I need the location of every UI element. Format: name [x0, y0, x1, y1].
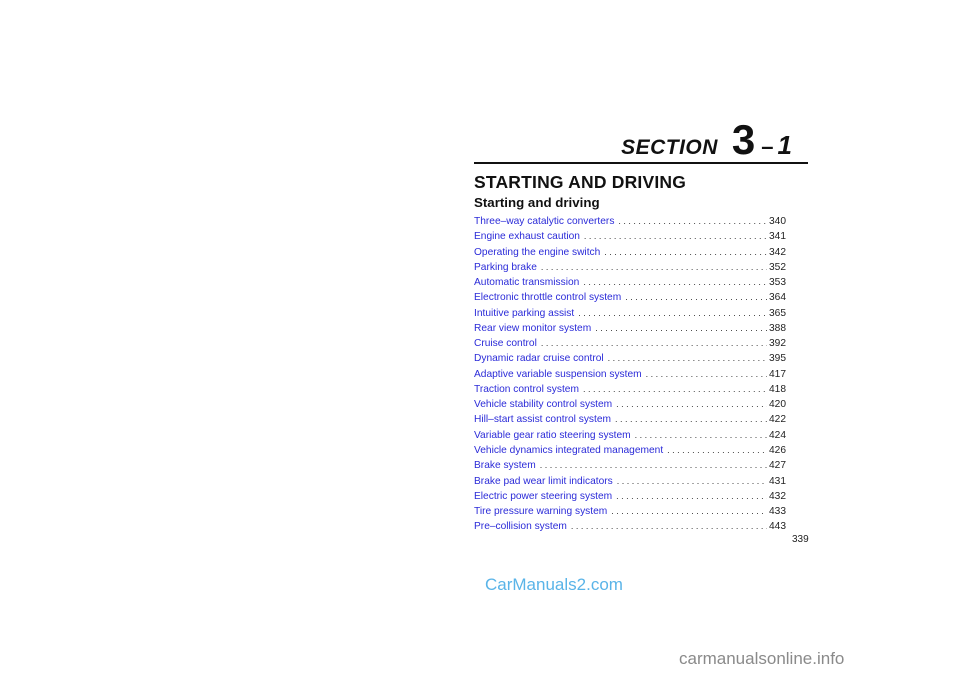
toc-leader-dots: [578, 306, 767, 321]
toc-leader-dots: [625, 290, 767, 305]
toc-entry-page: 341: [769, 231, 786, 243]
toc-entry-page: 432: [769, 490, 786, 502]
toc-entry-page: 365: [769, 307, 786, 319]
toc-entry-page: 431: [769, 475, 786, 487]
toc-leader-dots: [540, 458, 767, 473]
toc-entry-page: 342: [769, 246, 786, 258]
toc-entry-label[interactable]: Engine exhaust caution: [474, 229, 580, 244]
toc-entry[interactable]: Intuitive parking assist 365: [474, 306, 786, 321]
toc-leader-dots: [604, 245, 767, 260]
toc-entry-label[interactable]: Brake system: [474, 458, 536, 473]
toc-entry[interactable]: Dynamic radar cruise control 395: [474, 351, 786, 366]
toc-entry-label[interactable]: Tire pressure warning system: [474, 504, 607, 519]
toc-entry[interactable]: Pre–collision system 443: [474, 519, 786, 534]
toc-entry-page: 424: [769, 429, 786, 441]
table-of-contents: Three–way catalytic converters 340 Engine …: [474, 214, 786, 535]
toc-entry[interactable]: Hill–start assist control system 422: [474, 412, 786, 427]
toc-leader-dots: [646, 367, 767, 382]
toc-entry-page: 352: [769, 261, 786, 273]
toc-entry-label[interactable]: Electric power steering system: [474, 489, 612, 504]
toc-leader-dots: [608, 351, 767, 366]
toc-entry-page: 418: [769, 383, 786, 395]
toc-entry[interactable]: Parking brake 352: [474, 260, 786, 275]
toc-leader-dots: [611, 504, 767, 519]
toc-entry-page: 392: [769, 338, 786, 350]
toc-entry[interactable]: Cruise control 392: [474, 336, 786, 351]
toc-leader-dots: [617, 474, 767, 489]
toc-entry-label[interactable]: Electronic throttle control system: [474, 290, 621, 305]
toc-leader-dots: [595, 321, 767, 336]
toc-entry-label[interactable]: Hill–start assist control system: [474, 412, 611, 427]
toc-entry[interactable]: Electric power steering system 432: [474, 489, 786, 504]
toc-entry-label[interactable]: Dynamic radar cruise control: [474, 351, 604, 366]
toc-entry[interactable]: Traction control system 418: [474, 382, 786, 397]
section-number: 3: [731, 116, 756, 163]
toc-leader-dots: [618, 214, 767, 229]
toc-entry-label[interactable]: Rear view monitor system: [474, 321, 591, 336]
toc-entry[interactable]: Tire pressure warning system 433: [474, 504, 786, 519]
toc-entry-label[interactable]: Adaptive variable suspension system: [474, 367, 642, 382]
watermark-carmanuals2[interactable]: CarManuals2.com: [485, 575, 623, 595]
toc-leader-dots: [635, 428, 767, 443]
toc-entry[interactable]: Adaptive variable suspension system 417: [474, 367, 786, 382]
toc-entry-page: 340: [769, 216, 786, 227]
toc-entry-page: 426: [769, 444, 786, 456]
toc-entry[interactable]: Operating the engine switch 342: [474, 245, 786, 260]
section-subnumber: 1: [777, 130, 792, 160]
toc-entry-label[interactable]: Brake pad wear limit indicators: [474, 474, 613, 489]
section-header: SECTION 3–1: [474, 119, 808, 164]
toc-entry-label[interactable]: Traction control system: [474, 382, 579, 397]
toc-entry[interactable]: Brake pad wear limit indicators 431: [474, 474, 786, 489]
toc-leader-dots: [616, 489, 767, 504]
chapter-subtitle: Starting and driving: [474, 195, 600, 210]
toc-leader-dots: [583, 275, 767, 290]
section-word: SECTION: [621, 136, 718, 159]
toc-entry-label[interactable]: Parking brake: [474, 260, 537, 275]
toc-entry[interactable]: Three–way catalytic converters 340: [474, 214, 786, 229]
toc-entry-page: 364: [769, 292, 786, 304]
toc-leader-dots: [571, 519, 767, 534]
toc-entry-page: 427: [769, 460, 786, 472]
toc-entry[interactable]: Electronic throttle control system 364: [474, 290, 786, 305]
page-number: 339: [792, 534, 809, 545]
chapter-title: STARTING AND DRIVING: [474, 172, 687, 192]
toc-entry[interactable]: Engine exhaust caution 341: [474, 229, 786, 244]
toc-entry[interactable]: Vehicle stability control system 420: [474, 397, 786, 412]
toc-leader-dots: [583, 382, 767, 397]
toc-entry[interactable]: Automatic transmission 353: [474, 275, 786, 290]
toc-leader-dots: [541, 336, 767, 351]
toc-entry-label[interactable]: Three–way catalytic converters: [474, 214, 614, 229]
toc-leader-dots: [667, 443, 767, 458]
toc-entry-page: 388: [769, 322, 786, 334]
toc-entry-label[interactable]: Cruise control: [474, 336, 537, 351]
toc-entry-label[interactable]: Vehicle stability control system: [474, 397, 612, 412]
toc-entry-label[interactable]: Vehicle dynamics integrated management: [474, 443, 663, 458]
toc-entry-page: 395: [769, 353, 786, 365]
toc-entry[interactable]: Rear view monitor system 388: [474, 321, 786, 336]
toc-entry-label[interactable]: Pre–collision system: [474, 519, 567, 534]
toc-entry-page: 420: [769, 399, 786, 411]
toc-entry-page: 353: [769, 277, 786, 289]
toc-entry-label[interactable]: Intuitive parking assist: [474, 306, 574, 321]
toc-leader-dots: [541, 260, 767, 275]
watermark-carmanualsonline[interactable]: carmanualsonline.info: [679, 649, 844, 669]
toc-entry-page: 417: [769, 368, 786, 380]
toc-entry[interactable]: Variable gear ratio steering system 424: [474, 428, 786, 443]
toc-entry-label[interactable]: Automatic transmission: [474, 275, 579, 290]
toc-entry-page: 443: [769, 521, 786, 533]
toc-leader-dots: [584, 229, 767, 244]
section-separator: –: [761, 134, 774, 159]
toc-entry[interactable]: Brake system 427: [474, 458, 786, 473]
toc-entry-page: 433: [769, 506, 786, 518]
toc-entry-page: 422: [769, 414, 786, 426]
toc-leader-dots: [616, 397, 767, 412]
toc-entry-label[interactable]: Variable gear ratio steering system: [474, 428, 631, 443]
section-heading: SECTION 3–1: [621, 119, 792, 161]
toc-entry[interactable]: Vehicle dynamics integrated management 42…: [474, 443, 786, 458]
toc-leader-dots: [615, 412, 767, 427]
toc-entry-label[interactable]: Operating the engine switch: [474, 245, 600, 260]
